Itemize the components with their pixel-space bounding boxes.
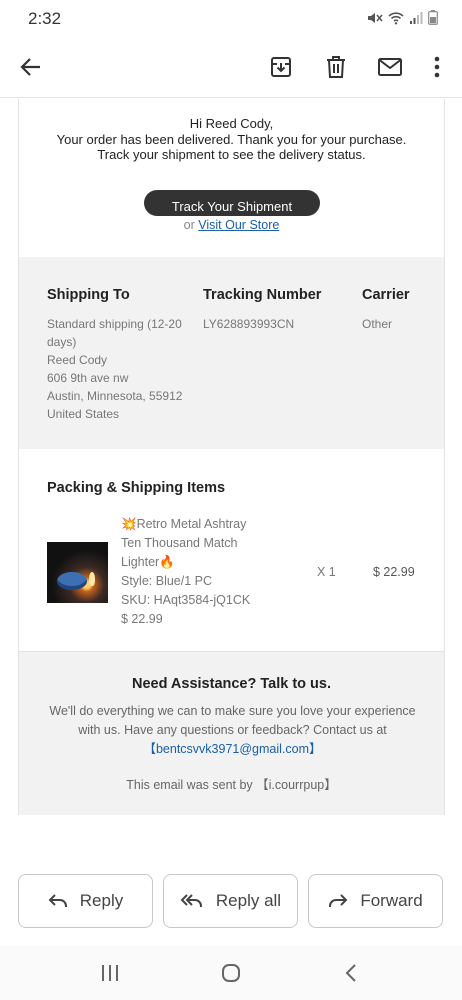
help-text-block: We'll do everything we can to make sure … (49, 702, 416, 759)
reply-button[interactable]: Reply (18, 874, 153, 928)
support-email-link[interactable]: 【bentcsvvk3971@gmail.com】 (143, 742, 321, 756)
more-vert-icon (434, 56, 440, 78)
product-sku: SKU: HAqt3584-jQ1CK (121, 593, 251, 607)
sent-by-text: This email was sent by 【i.courrpup】 (126, 778, 337, 792)
tracking-header: Tracking Number (203, 287, 322, 303)
signal-icon (409, 11, 423, 30)
reply-all-icon (180, 894, 202, 907)
home-icon (222, 964, 240, 982)
email-body: Hi Reed Cody, Your order has been delive… (18, 99, 445, 815)
help-title: Need Assistance? Talk to us. (131, 676, 332, 692)
forward-button[interactable]: Forward (308, 874, 443, 928)
forward-icon (329, 894, 348, 907)
home-button[interactable] (218, 962, 244, 984)
shipping-panel: Shipping To Tracking Number Carrier Stan… (19, 257, 444, 449)
ship-country: United States (47, 407, 120, 421)
help-text: We'll do everything we can to make sure … (49, 704, 416, 737)
reply-all-button[interactable]: Reply all (163, 874, 298, 928)
ship-method: Standard shipping (12-20 days) (47, 317, 182, 349)
reply-label: Reply (79, 891, 124, 910)
ship-recipient: Reed Cody (47, 353, 108, 367)
back-button[interactable] (16, 52, 46, 82)
status-bar: 2:32 (0, 0, 462, 38)
reply-all-label: Reply all (215, 891, 282, 910)
mute-icon (367, 11, 383, 30)
status-time: 2:32 (28, 9, 62, 28)
status-icons (367, 10, 438, 30)
recent-apps-button[interactable] (98, 962, 122, 984)
ashtray-shape (57, 572, 87, 590)
carrier-header: Carrier (362, 287, 410, 303)
archive-button[interactable] (266, 52, 296, 82)
ship-city: Austin, Minnesota, 55912 (47, 389, 183, 403)
app-bar (0, 38, 462, 98)
track-shipment-button[interactable]: Track Your Shipment (144, 190, 320, 216)
flame-shape (89, 572, 95, 586)
product-quantity: X 1 (317, 565, 336, 579)
delivered-message: Your order has been delivered. Thank you… (56, 131, 407, 147)
visit-store-line: or Visit Our Store (19, 218, 444, 232)
track-message: Track your shipment to see the delivery … (97, 147, 366, 162)
product-image (47, 542, 108, 603)
arrow-left-icon (20, 58, 40, 76)
help-panel: Need Assistance? Talk to us. We'll do ev… (19, 651, 444, 815)
mark-unread-button[interactable] (374, 52, 406, 82)
product-unit-price: $ 22.99 (121, 612, 163, 626)
packing-title: Packing & Shipping Items (47, 480, 226, 496)
greeting-name: Hi Reed Cody, (189, 116, 274, 131)
reply-actions: Reply Reply all Forward (18, 874, 445, 928)
product-details: 💥Retro Metal Ashtray Ten Thousand Match … (121, 515, 261, 629)
mail-icon (378, 58, 402, 76)
product-style: Style: Blue/1 PC (121, 574, 213, 588)
ship-to-header: Shipping To (47, 287, 130, 303)
battery-icon (428, 10, 438, 30)
reply-icon (48, 894, 67, 907)
product-total: $ 22.99 (373, 565, 415, 579)
ship-street: 606 9th ave nw (47, 371, 129, 385)
trash-icon (327, 56, 345, 78)
visit-store-link[interactable]: Visit Our Store (198, 218, 279, 232)
product-name: 💥Retro Metal Ashtray Ten Thousand Match … (121, 517, 247, 569)
system-back-button[interactable] (340, 962, 362, 984)
tracking-number: LY628893993CN (203, 317, 295, 331)
recents-icon (102, 965, 118, 981)
chevron-left-icon (345, 964, 356, 982)
carrier-value: Other (362, 317, 393, 331)
forward-label: Forward (360, 891, 423, 910)
delete-button[interactable] (321, 52, 351, 82)
system-nav-bar (0, 946, 462, 1000)
ship-address: Standard shipping (12-20 days) Reed Cody… (47, 315, 187, 423)
more-options-button[interactable] (422, 52, 452, 82)
or-text: or (183, 218, 195, 232)
archive-icon (271, 57, 291, 77)
greeting-block: Hi Reed Cody, Your order has been delive… (19, 116, 444, 163)
wifi-icon (388, 11, 404, 30)
